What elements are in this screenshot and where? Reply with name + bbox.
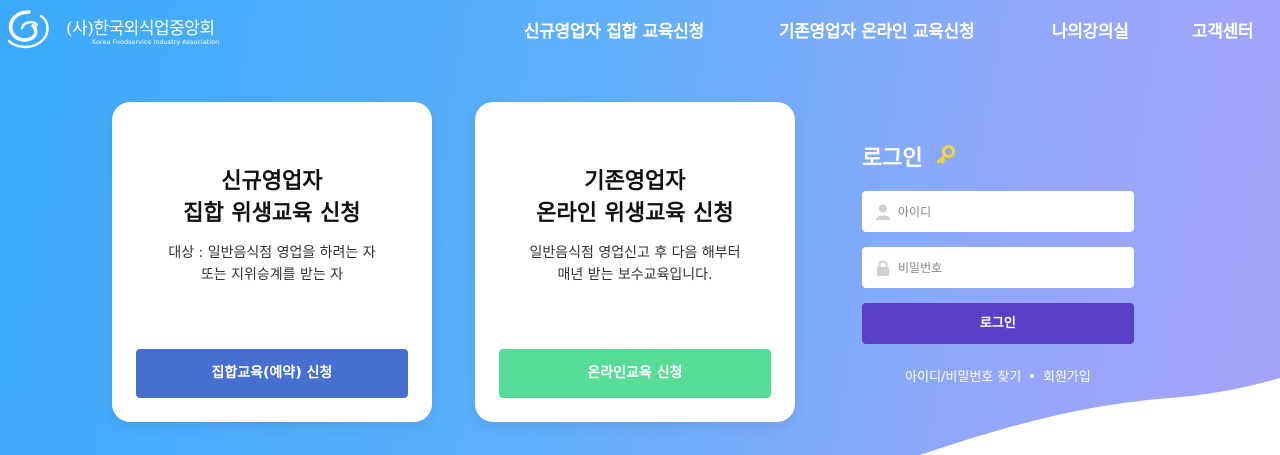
card-title-line2: 온라인 위생교육 신청 [536, 201, 734, 226]
card-title-line2: 집합 위생교육 신청 [183, 201, 361, 226]
card-title-line1: 기존영업자 [584, 169, 686, 194]
password-field [862, 247, 1134, 288]
card-desc-line2: 또는 지위승계를 받는 자 [200, 267, 344, 283]
site-logo[interactable]: (사)한국외식업중앙회 Korea Foodservice Industry A… [6, 8, 236, 50]
nav-existing-business-online-education[interactable]: 기존영업자 온라인 교육신청 [779, 17, 975, 42]
online-education-apply-button[interactable]: 온라인교육 신청 [499, 349, 771, 398]
logo-swirl-icon [7, 10, 49, 49]
nav-customer-center[interactable]: 고객센터 [1192, 17, 1254, 42]
card-desc-line1: 대상 : 일반음식점 영업을 하려는 자 [168, 245, 376, 261]
id-input[interactable] [898, 191, 1123, 232]
logo-title: (사)한국외식업중앙회 [66, 19, 215, 39]
card-desc-line2: 매년 받는 보수교육입니다. [557, 267, 713, 283]
find-id-password-link[interactable]: 아이디/비밀번호 찾기 [905, 370, 1021, 385]
existing-business-card: 기존영업자 온라인 위생교육 신청 일반음식점 영업신고 후 다음 해부터 매년… [475, 102, 795, 422]
card-title-line1: 신규영업자 [221, 169, 323, 194]
key-icon [936, 145, 955, 164]
link-separator: • [1028, 370, 1036, 385]
nav-my-classroom[interactable]: 나의강의실 [1052, 17, 1129, 42]
card-desc-line1: 일반음식점 영업신고 후 다음 해부터 [529, 245, 741, 261]
top-header: (사)한국외식업중앙회 Korea Foodservice Industry A… [0, 0, 1280, 58]
id-field [862, 191, 1134, 232]
login-title: 로그인 [862, 146, 923, 171]
lock-icon [877, 260, 889, 276]
password-input[interactable] [898, 247, 1123, 288]
signup-link[interactable]: 회원가입 [1043, 370, 1091, 385]
user-icon [876, 204, 890, 220]
nav-new-business-education[interactable]: 신규영업자 집합 교육신청 [524, 17, 704, 42]
logo-subtitle: Korea Foodservice Industry Association [92, 38, 220, 46]
new-business-card: 신규영업자 집합 위생교육 신청 대상 : 일반음식점 영업을 하려는 자 또는… [112, 102, 432, 422]
group-education-apply-button[interactable]: 집합교육(예약) 신청 [136, 349, 408, 398]
account-links: 아이디/비밀번호 찾기 • 회원가입 [862, 366, 1134, 385]
login-button[interactable]: 로그인 [862, 303, 1134, 344]
